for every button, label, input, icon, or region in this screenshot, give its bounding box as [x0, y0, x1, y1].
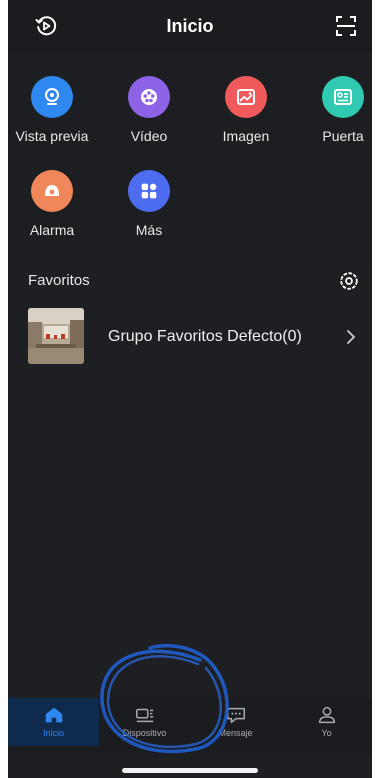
phone-screen: Inicio Vista previa Vídeo Imagen Puerta … — [8, 0, 372, 778]
home-indicator — [122, 768, 258, 773]
favorites-title: Favoritos — [28, 272, 90, 289]
tab-yo[interactable]: Yo — [281, 698, 372, 746]
app-video[interactable]: Vídeo — [101, 76, 197, 144]
tab-label: Yo — [321, 728, 332, 738]
bottom-tab-bar: Inicio Dispositivo Mensaje Yo — [8, 698, 372, 754]
scan-icon[interactable] — [334, 14, 358, 38]
favorite-group-name: Grupo Favoritos Defecto(0) — [108, 328, 302, 345]
message-icon — [226, 707, 245, 724]
app-vista-previa[interactable]: Vista previa — [8, 76, 100, 144]
image-icon — [225, 76, 267, 118]
function-grid: Vista previa Vídeo Imagen Puerta Alarma … — [8, 52, 372, 258]
device-icon — [135, 708, 153, 723]
page-title: Inicio — [166, 16, 214, 36]
chevron-right-icon — [347, 330, 355, 344]
user-icon — [318, 706, 335, 724]
app-imagen[interactable]: Imagen — [198, 76, 294, 144]
favorites-section: Favoritos Grupo Favoritos Defecto(0) — [8, 262, 372, 698]
app-header: Inicio — [8, 0, 372, 52]
app-puerta[interactable]: Puerta — [295, 76, 372, 144]
app-label: Vídeo — [130, 128, 168, 144]
tab-label: Mensaje — [218, 728, 253, 738]
app-label: Puerta — [322, 128, 364, 144]
home-icon — [45, 707, 62, 723]
app-alarma[interactable]: Alarma — [8, 170, 100, 238]
door-intercom-icon — [322, 76, 364, 118]
app-label: Vista previa — [15, 128, 89, 144]
camera-icon — [31, 76, 73, 118]
favorite-group-row[interactable]: Grupo Favoritos Defecto(0) — [8, 302, 372, 372]
app-label: Imagen — [222, 128, 270, 144]
tab-mensaje[interactable]: Mensaje — [190, 698, 281, 746]
app-label: Alarma — [29, 222, 75, 238]
app-label: Más — [135, 222, 163, 238]
alarm-icon — [31, 170, 73, 212]
gear-icon[interactable] — [338, 270, 360, 292]
tab-label: Dispositivo — [122, 728, 167, 738]
tab-dispositivo[interactable]: Dispositivo — [99, 698, 190, 746]
film-reel-icon — [128, 76, 170, 118]
app-mas[interactable]: Más — [101, 170, 197, 238]
tab-inicio[interactable]: Inicio — [8, 698, 99, 746]
tab-label: Inicio — [42, 728, 64, 738]
more-grid-icon — [128, 170, 170, 212]
favorite-group-thumbnail — [28, 308, 84, 364]
